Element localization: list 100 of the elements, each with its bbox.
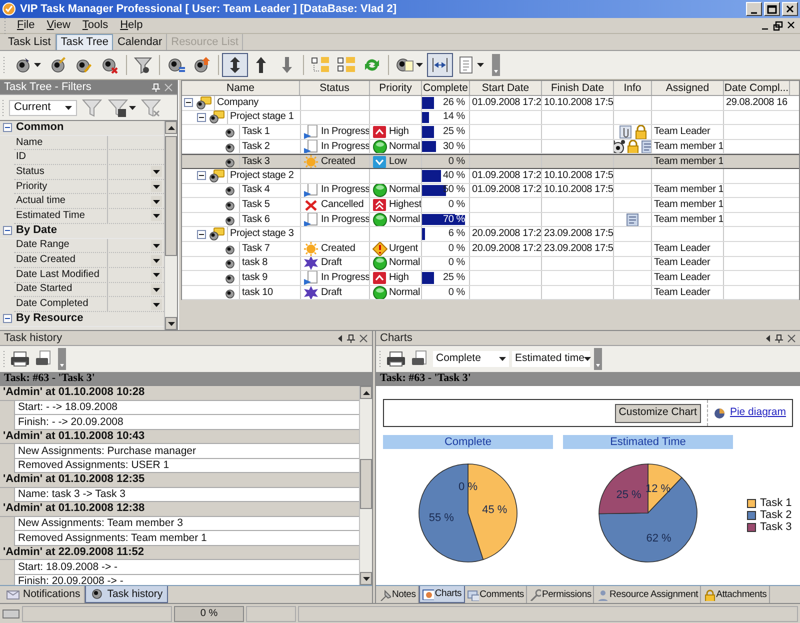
printer-icon[interactable] <box>386 350 406 368</box>
collapse-tree-icon[interactable] <box>337 56 355 74</box>
menu-item[interactable]: Help <box>114 20 149 31</box>
chart-icon[interactable] <box>422 588 434 600</box>
fit-width-icon[interactable] <box>431 56 449 74</box>
customize-chart-button[interactable]: Customize Chart <box>614 404 701 422</box>
collapse-toggle-icon[interactable] <box>197 112 206 122</box>
task-up-icon[interactable] <box>193 56 211 74</box>
task-row[interactable]: Task 7 Created Urgent 0 % 20.09.2008 17:2 23.09.2008 17:5 Team Leader <box>182 242 799 257</box>
column-header[interactable]: Finish Date <box>542 81 614 95</box>
column-header[interactable]: Start Date <box>470 81 542 95</box>
note-icon <box>625 212 640 226</box>
assignee: Team Leader <box>654 272 710 283</box>
collapse-toggle-icon[interactable] <box>3 226 12 236</box>
pie-chart-icon <box>714 408 725 418</box>
task-list-icon[interactable] <box>167 56 185 74</box>
scroll-up-icon[interactable] <box>168 126 174 130</box>
column-header[interactable]: Assigned <box>652 81 724 95</box>
task-icon[interactable] <box>14 56 32 74</box>
panel-tab[interactable]: Task history <box>85 586 168 603</box>
overflow-chevron-icon[interactable] <box>594 348 602 370</box>
scroll-down-icon[interactable] <box>362 576 370 580</box>
category-row[interactable]: By Resource <box>0 312 164 327</box>
panel-tab[interactable]: Attachments <box>701 586 770 603</box>
status-label: Created <box>321 244 356 254</box>
menu-item[interactable]: File <box>11 20 41 31</box>
chart-field-dropdown[interactable]: Complete <box>433 351 509 367</box>
column-header[interactable]: Date Compl... <box>724 81 790 95</box>
status-bar-panel <box>246 606 296 622</box>
percent-complete: 0 % <box>448 258 465 268</box>
collapse-toggle-icon[interactable] <box>3 123 12 132</box>
collapse-toggle-icon[interactable] <box>184 98 193 108</box>
envelope-icon[interactable] <box>6 588 20 602</box>
column-header[interactable]: Status <box>300 81 370 95</box>
sun-icon <box>303 242 319 256</box>
task-pencil-icon[interactable] <box>49 56 67 74</box>
panel-tab[interactable]: Charts <box>418 586 465 603</box>
pin-icon[interactable] <box>774 334 784 342</box>
scroll-up-icon[interactable] <box>362 390 370 394</box>
scroll-down-icon[interactable] <box>168 322 174 326</box>
task-delete-icon[interactable] <box>101 56 119 74</box>
panel-tab[interactable]: Permissions <box>526 586 594 603</box>
scrollbar-thumb[interactable] <box>165 136 177 256</box>
pin-icon[interactable] <box>346 334 356 342</box>
comments-icon[interactable] <box>466 588 479 600</box>
collapse-toggle-icon[interactable] <box>3 314 12 324</box>
legend-label: Task 3 <box>760 522 792 532</box>
expand-tree-icon[interactable] <box>311 56 329 74</box>
toolbar-button[interactable] <box>222 53 248 77</box>
task-icon[interactable] <box>90 587 104 601</box>
assignee: Team member 1 <box>654 142 723 152</box>
key-icon[interactable] <box>528 588 541 600</box>
menu-item[interactable]: View <box>40 20 76 31</box>
task-name: Task 2 <box>239 140 270 154</box>
data-label: 25 % <box>616 489 642 502</box>
column-header[interactable]: Priority <box>370 81 422 95</box>
document-arrow-icon <box>303 271 319 285</box>
arrow-left-icon[interactable] <box>336 334 344 342</box>
overflow-chevron-icon[interactable] <box>492 54 500 76</box>
start-date: 20.09.2008 17:2 <box>472 244 541 254</box>
funnel-save-icon[interactable] <box>107 98 129 118</box>
vertical-scrollbar[interactable] <box>164 121 177 330</box>
start-date: 20.09.2008 17:2 <box>472 229 541 240</box>
chart-field-dropdown[interactable]: Estimated time <box>512 351 590 367</box>
category-row[interactable]: Common <box>0 121 164 136</box>
history-entry-header: 'Admin' at 01.10.2008 10:28 <box>0 386 359 400</box>
view-tab[interactable]: Task Tree <box>56 34 114 50</box>
toolbar-button[interactable] <box>427 53 453 77</box>
close-icon[interactable] <box>786 20 796 30</box>
caret-icon <box>65 106 72 110</box>
filter-preset-dropdown[interactable]: Current <box>9 100 77 116</box>
task-row[interactable]: Company 26 % 01.09.2008 17:2 10.10.2008 17:5 29.08.2008 16 <box>182 96 799 111</box>
funnel-icon[interactable] <box>134 56 152 74</box>
collapse-toggle-icon[interactable] <box>197 230 206 239</box>
restore-icon[interactable] <box>773 20 783 30</box>
collapse-toggle-icon[interactable] <box>197 171 206 180</box>
vertical-scrollbar[interactable] <box>359 386 372 585</box>
arrow-left-icon[interactable] <box>764 334 772 342</box>
panel-tab[interactable]: Comments <box>464 586 527 603</box>
task-note-icon[interactable] <box>396 56 414 74</box>
printer-icon[interactable] <box>10 350 30 368</box>
column-header[interactable]: Name <box>182 81 300 95</box>
document-icon[interactable] <box>457 56 475 74</box>
paperclip-icon <box>618 125 632 139</box>
history-entry-header: 'Admin' at 01.10.2008 12:38 <box>0 502 359 516</box>
task-row[interactable]: task 10 Draft Normal 0 % Team Leader <box>182 286 799 300</box>
column-header[interactable]: Complete <box>422 81 470 95</box>
view-tab[interactable]: Calendar <box>113 34 168 50</box>
pin-note-icon[interactable] <box>379 588 391 600</box>
menu-item[interactable]: Tools <box>76 20 114 31</box>
pie-diagram-link[interactable]: Pie diagram <box>730 405 786 421</box>
caret-icon <box>129 106 136 110</box>
overflow-chevron-icon[interactable] <box>58 348 66 370</box>
panel-tab[interactable]: Resource Assignment <box>594 586 702 603</box>
task-row[interactable]: Task 3 Created Low 0 % Team member 1 <box>182 154 799 169</box>
column-header[interactable]: Info <box>614 81 652 95</box>
category-row[interactable]: By Date <box>0 224 164 238</box>
scrollbar-thumb[interactable] <box>360 459 372 509</box>
splat-icon <box>303 256 319 270</box>
document-arrow-icon <box>303 125 319 139</box>
